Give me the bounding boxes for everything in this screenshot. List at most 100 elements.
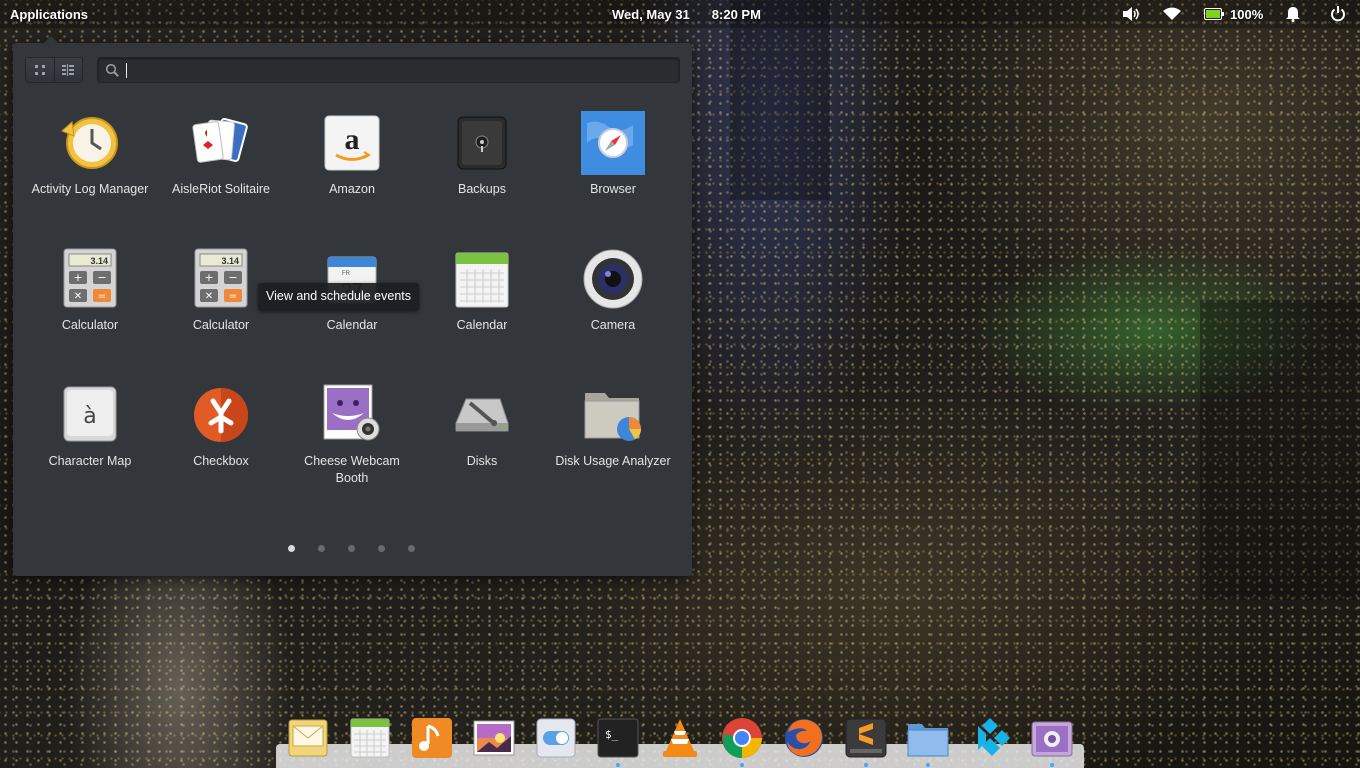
battery-percent: 100% — [1230, 7, 1264, 22]
files-icon[interactable] — [906, 716, 950, 760]
page-dot[interactable] — [348, 545, 355, 552]
clock-date: Wed, May 31 — [612, 7, 690, 22]
app-label: Calculator — [61, 318, 119, 332]
app-label: Browser — [590, 182, 636, 196]
screen-recorder-icon[interactable] — [1030, 716, 1074, 760]
page-dot[interactable] — [318, 545, 325, 552]
activity-log-icon — [58, 111, 122, 175]
calculator-icon: 3.14 + − ✕ = — [58, 247, 122, 311]
app-calendar[interactable]: Calendar — [422, 247, 542, 334]
app-label: Calendar — [326, 318, 378, 332]
category-view-icon[interactable] — [53, 58, 83, 82]
svg-text:✕: ✕ — [205, 291, 213, 302]
browser-icon — [581, 111, 645, 175]
disk-usage-icon — [581, 383, 645, 447]
app-backups[interactable]: Backups — [422, 111, 542, 198]
battery-icon[interactable] — [1204, 5, 1224, 23]
running-indicator — [740, 763, 744, 767]
settings-toggle-icon[interactable] — [534, 716, 578, 760]
svg-text:+: + — [204, 271, 213, 284]
app-checkbox[interactable]: Checkbox — [161, 383, 281, 470]
text-caret — [126, 63, 127, 78]
vlc-icon[interactable] — [658, 716, 702, 760]
backups-icon — [450, 111, 514, 175]
svg-text:à: à — [83, 404, 96, 429]
notification-bell-icon[interactable] — [1286, 5, 1300, 23]
disks-icon — [450, 383, 514, 447]
app-label: Checkbox — [193, 454, 249, 468]
running-indicator — [616, 763, 620, 767]
page-dot[interactable] — [288, 545, 295, 552]
app-tooltip: View and schedule events — [258, 283, 420, 311]
clock[interactable]: Wed, May 31 8:20 PM — [612, 7, 761, 22]
svg-text:−: − — [97, 271, 106, 284]
kodi-icon[interactable] — [968, 716, 1012, 760]
app-cheese-webcam-booth[interactable]: Cheese Webcam Booth — [292, 383, 412, 487]
app-label: AisleRiot Solitaire — [172, 182, 270, 196]
view-mode-switcher — [25, 57, 83, 83]
app-label: Character Map — [48, 454, 132, 468]
svg-text:−: − — [228, 271, 237, 284]
svg-text:$_: $_ — [605, 728, 619, 741]
music-icon[interactable] — [410, 716, 454, 760]
applications-menu-button[interactable]: Applications — [10, 7, 88, 22]
app-label: Calculator — [192, 318, 250, 332]
wallpaper-tower — [1200, 300, 1360, 600]
sublime-text-icon[interactable] — [844, 716, 888, 760]
app-label: Disks — [466, 454, 498, 468]
app-label: Cheese Webcam Booth — [304, 454, 400, 485]
app-label: Calendar — [456, 318, 508, 332]
app-browser[interactable]: Browser — [553, 111, 673, 198]
terminal-icon[interactable]: $_ — [596, 716, 640, 760]
app-aisleriot-solitaire[interactable]: AisleRiot Solitaire — [161, 111, 281, 198]
power-icon[interactable] — [1330, 5, 1346, 23]
svg-text:3.14: 3.14 — [90, 256, 108, 266]
search-field[interactable] — [97, 57, 680, 83]
firefox-icon[interactable] — [782, 716, 826, 760]
app-amazon[interactable]: a Amazon — [292, 111, 412, 198]
character-map-icon: à — [58, 383, 122, 447]
top-panel: Applications Wed, May 31 8:20 PM 100% — [0, 0, 1360, 28]
svg-text:a: a — [345, 123, 360, 156]
app-label: Backups — [458, 182, 506, 196]
page-dot[interactable] — [378, 545, 385, 552]
app-disk-usage-analyzer[interactable]: Disk Usage Analyzer — [553, 383, 673, 470]
running-indicator — [864, 763, 868, 767]
checkbox-icon — [189, 383, 253, 447]
search-icon — [105, 63, 119, 77]
app-label: Activity Log Manager — [31, 182, 149, 196]
svg-text:=: = — [98, 291, 106, 302]
svg-text:FR: FR — [342, 271, 351, 277]
app-disks[interactable]: Disks — [422, 383, 542, 470]
svg-text:+: + — [73, 271, 82, 284]
app-activity-log-manager[interactable]: Activity Log Manager — [30, 111, 150, 198]
photos-icon[interactable] — [472, 716, 516, 760]
chrome-icon[interactable] — [720, 716, 764, 760]
page-indicator — [288, 545, 438, 552]
calendar-icon — [450, 247, 514, 311]
svg-text:3.14: 3.14 — [221, 256, 239, 266]
wifi-icon[interactable] — [1163, 5, 1181, 23]
calendar-icon[interactable] — [348, 716, 392, 760]
app-calculator[interactable]: 3.14 + − ✕ = Calculator — [30, 247, 150, 334]
app-label: Camera — [590, 318, 636, 332]
app-character-map[interactable]: à Character Map — [30, 383, 150, 470]
application-launcher: Activity Log Manager AisleRiot Solitaire… — [13, 36, 692, 576]
svg-text:=: = — [229, 291, 237, 302]
cheese-icon — [320, 383, 384, 447]
wallpaper-tower — [730, 0, 830, 200]
grid-view-icon[interactable] — [26, 58, 54, 82]
app-label: Amazon — [329, 182, 375, 196]
mail-icon[interactable] — [286, 716, 330, 760]
solitaire-icon — [189, 111, 253, 175]
app-label: Disk Usage Analyzer — [555, 454, 671, 468]
svg-text:✕: ✕ — [74, 291, 82, 302]
running-indicator — [1050, 763, 1054, 767]
amazon-icon: a — [320, 111, 384, 175]
app-camera[interactable]: Camera — [553, 247, 673, 334]
volume-icon[interactable] — [1122, 5, 1140, 23]
camera-icon — [581, 247, 645, 311]
page-dot[interactable] — [408, 545, 415, 552]
running-indicator — [926, 763, 930, 767]
calculator-icon: 3.14 + − ✕ = — [189, 247, 253, 311]
